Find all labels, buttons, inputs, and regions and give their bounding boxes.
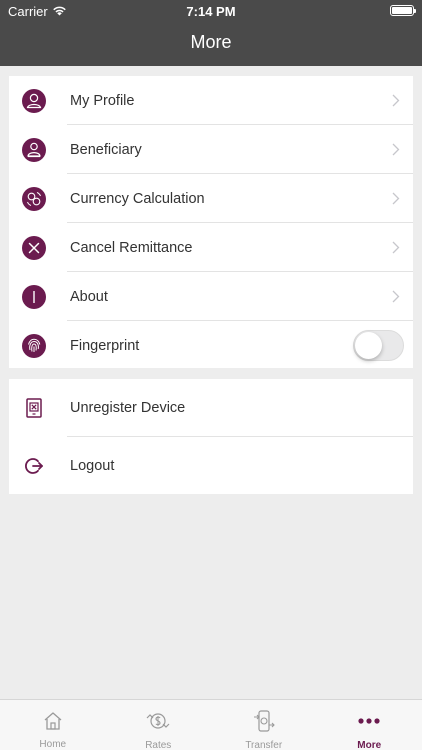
account-actions-list: Unregister Device Logout bbox=[9, 379, 413, 494]
menu-item-cancel-remittance[interactable]: Cancel Remittance bbox=[9, 223, 413, 272]
menu-item-label: Currency Calculation bbox=[70, 190, 205, 207]
tab-more[interactable]: More bbox=[317, 700, 422, 750]
toggle-knob bbox=[355, 332, 382, 359]
menu-item-label: My Profile bbox=[70, 92, 135, 109]
chevron-right-icon bbox=[392, 241, 400, 254]
battery-icon bbox=[390, 5, 416, 16]
chevron-right-icon bbox=[392, 290, 400, 303]
page-title: More bbox=[190, 32, 232, 52]
menu-item-label: Unregister Device bbox=[70, 400, 186, 416]
fingerprint-label: Fingerprint bbox=[70, 337, 140, 354]
beneficiary-icon bbox=[22, 137, 46, 162]
chevron-right-icon bbox=[392, 94, 400, 107]
fingerprint-toggle[interactable] bbox=[353, 330, 404, 361]
status-bar: Carrier 7:14 PM bbox=[0, 0, 422, 22]
menu-item-my-profile[interactable]: My Profile bbox=[9, 76, 413, 125]
tab-label: Rates bbox=[145, 740, 172, 750]
tab-label: Home bbox=[39, 739, 67, 750]
app-header: Carrier 7:14 PM More bbox=[0, 0, 422, 66]
tab-label: More bbox=[357, 740, 382, 750]
menu-item-label: Beneficiary bbox=[70, 141, 142, 158]
cancel-icon bbox=[22, 235, 46, 260]
tab-label: Transfer bbox=[245, 740, 283, 750]
menu-item-label: Logout bbox=[70, 458, 115, 474]
menu-item-label: Cancel Remittance bbox=[70, 239, 193, 256]
more-icon bbox=[356, 709, 382, 733]
menu-item-label: About bbox=[70, 288, 108, 305]
tab-rates[interactable]: Rates bbox=[106, 700, 212, 750]
info-icon bbox=[22, 284, 46, 309]
currency-icon bbox=[22, 186, 46, 211]
status-time: 7:14 PM bbox=[186, 4, 236, 19]
menu-item-currency-calculation[interactable]: Currency Calculation bbox=[9, 174, 413, 223]
tab-transfer[interactable]: Transfer bbox=[211, 700, 317, 750]
menu-item-unregister-device[interactable]: Unregister Device bbox=[9, 379, 413, 437]
tab-home[interactable]: Home bbox=[0, 700, 106, 750]
more-menu-list: My Profile Beneficiary Currency Calculat… bbox=[9, 76, 413, 368]
menu-item-beneficiary[interactable]: Beneficiary bbox=[9, 125, 413, 174]
fingerprint-icon bbox=[22, 333, 46, 358]
menu-item-fingerprint: Fingerprint bbox=[9, 321, 413, 370]
transfer-icon bbox=[251, 709, 277, 733]
device-icon bbox=[22, 396, 46, 420]
tab-bar: Home Rates Transfer More bbox=[0, 699, 422, 750]
menu-item-about[interactable]: About bbox=[9, 272, 413, 321]
rates-icon bbox=[145, 709, 171, 733]
home-icon bbox=[40, 709, 66, 732]
profile-icon bbox=[22, 88, 46, 113]
chevron-right-icon bbox=[392, 192, 400, 205]
menu-item-logout[interactable]: Logout bbox=[9, 437, 413, 495]
chevron-right-icon bbox=[392, 143, 400, 156]
logout-icon bbox=[22, 454, 46, 478]
